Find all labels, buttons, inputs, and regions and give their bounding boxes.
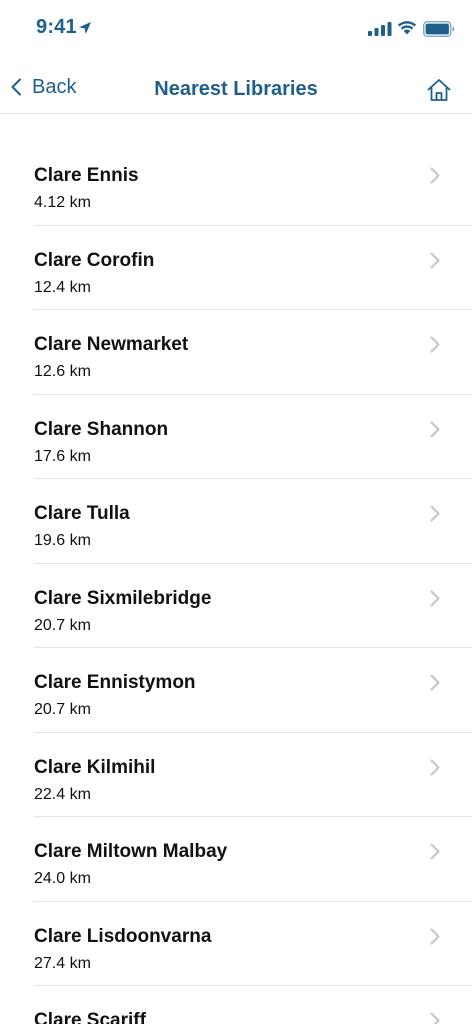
library-distance: 20.7 km [34, 616, 91, 634]
chevron-right-icon [430, 336, 440, 353]
screen: 9:41 Back Nearest Libraries Clare Ennis … [0, 0, 472, 1024]
library-list-item[interactable]: Clare Shannon 17.6 km [0, 395, 472, 480]
status-bar: 9:41 [0, 0, 472, 60]
library-distance: 4.12 km [34, 194, 91, 211]
library-list-item[interactable]: Clare Lisdoonvarna 27.4 km [0, 902, 472, 987]
library-name: Clare Miltown Malbay [34, 841, 228, 862]
library-distance: 24.0 km [34, 870, 91, 887]
library-list-item[interactable]: Clare Corofin 12.4 km [0, 226, 472, 311]
chevron-right-icon [430, 843, 440, 860]
library-distance: 12.6 km [34, 363, 91, 380]
library-list-item[interactable]: Clare Ennis 4.12 km [0, 141, 472, 226]
chevron-right-icon [430, 167, 440, 184]
library-name: Clare Newmarket [34, 334, 189, 355]
library-list: Clare Ennis 4.12 km Clare Corofin 12.4 k… [0, 141, 472, 1024]
chevron-left-icon [11, 78, 21, 96]
library-distance: 27.4 km [34, 954, 91, 972]
chevron-right-icon [430, 421, 440, 437]
chevron-right-icon [430, 590, 440, 606]
library-name: Clare Lisdoonvarna [34, 925, 212, 947]
library-name: Clare Ennistymon [34, 672, 196, 693]
library-name: Clare Sixmilebridge [34, 587, 212, 609]
library-name: Clare Kilmihil [34, 756, 156, 778]
library-list-item[interactable]: Clare Scariff [0, 986, 472, 1024]
location-arrow-icon [79, 22, 91, 34]
library-name: Clare Corofin [34, 249, 155, 271]
back-button-label: Back [32, 75, 77, 98]
home-icon[interactable] [426, 77, 452, 103]
library-list-item[interactable]: Clare Newmarket 12.6 km [0, 310, 472, 395]
library-distance: 22.4 km [34, 785, 91, 803]
navigation-bar: Back Nearest Libraries [0, 60, 472, 114]
library-name: Clare Shannon [34, 418, 169, 440]
chevron-right-icon [430, 928, 440, 944]
library-distance: 19.6 km [34, 532, 91, 549]
back-button[interactable]: Back [8, 60, 76, 114]
library-list-item[interactable]: Clare Kilmihil 22.4 km [0, 733, 472, 818]
cellular-signal-icon [368, 22, 392, 36]
library-list-item[interactable]: Clare Ennistymon 20.7 km [0, 648, 472, 733]
library-name: Clare Tulla [34, 503, 130, 524]
library-name: Clare Ennis [34, 165, 139, 186]
library-list-item[interactable]: Clare Miltown Malbay 24.0 km [0, 817, 472, 902]
library-distance: 20.7 km [34, 701, 91, 718]
chevron-right-icon [430, 1012, 440, 1024]
library-list-item[interactable]: Clare Sixmilebridge 20.7 km [0, 564, 472, 649]
library-list-item[interactable]: Clare Tulla 19.6 km [0, 479, 472, 564]
library-distance: 12.4 km [34, 278, 91, 296]
wifi-icon [397, 21, 417, 35]
chevron-right-icon [430, 759, 440, 775]
library-name: Clare Scariff [34, 1010, 146, 1024]
status-time: 9:41 [36, 16, 77, 38]
chevron-right-icon [430, 674, 440, 691]
chevron-right-icon [430, 252, 440, 268]
chevron-right-icon [430, 505, 440, 522]
library-distance: 17.6 km [34, 447, 91, 465]
battery-icon [423, 21, 455, 37]
